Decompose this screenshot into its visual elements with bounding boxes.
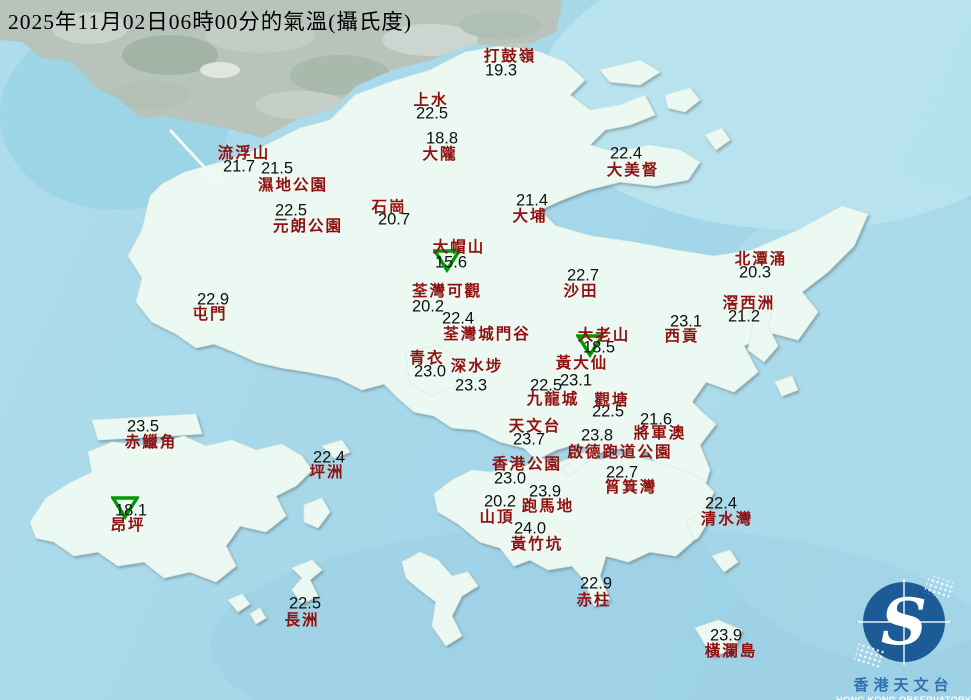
map-terrain — [0, 0, 971, 700]
station-name: 打鼓嶺 — [484, 44, 537, 66]
land-hei-ling-chau — [304, 498, 330, 528]
station-name: 荃灣城門谷 — [443, 322, 531, 344]
station-name: 啟德跑道公園 — [567, 440, 672, 462]
station-name: 大美督 — [607, 158, 660, 180]
station-name: 上水 — [413, 88, 448, 110]
map-title: 2025年11月02日06時00分的氣溫(攝氏度) — [8, 5, 412, 36]
hko-name-en: HONG KONG OBSERVATORY — [836, 695, 971, 700]
station-name: 沙田 — [563, 279, 598, 301]
station-name: 大隴 — [422, 142, 457, 164]
station-name: 滘西洲 — [723, 291, 776, 313]
hko-logo: S 香港天文台 HONG KONG OBSERVATORY — [836, 576, 971, 700]
station-name: 橫瀾島 — [705, 639, 758, 661]
station-name: 大帽山 — [433, 235, 486, 257]
station-name: 長洲 — [284, 608, 319, 630]
hk-temperature-map: 2025年11月02日06時00分的氣溫(攝氏度) 19.3打鼓嶺22.5上水1… — [0, 0, 971, 700]
station-name: 香港公園 — [492, 452, 562, 474]
station-name: 黃大仙 — [556, 351, 609, 373]
station-name: 元朗公園 — [273, 214, 343, 236]
station-name: 山頂 — [479, 505, 514, 527]
hko-emblem: S — [844, 576, 964, 668]
station-name: 大老山 — [578, 323, 631, 345]
station-name: 屯門 — [192, 302, 227, 324]
station-name: 石崗 — [371, 195, 406, 217]
station-name: 濕地公園 — [258, 173, 328, 195]
station-name: 黃竹坑 — [511, 532, 564, 554]
hko-s-glyph: S — [880, 585, 926, 660]
station-name: 清水灣 — [701, 507, 754, 529]
station-name: 筲箕灣 — [605, 475, 658, 497]
station-name: 北潭涌 — [735, 247, 788, 269]
station-name: 赤柱 — [576, 588, 611, 610]
station-name: 九龍城 — [527, 387, 580, 409]
station-name: 觀塘 — [594, 388, 629, 410]
station-temp: 23.3 — [455, 377, 487, 396]
station-name: 天文台 — [509, 414, 562, 436]
station-name: 坪洲 — [309, 460, 344, 482]
land-lantau — [30, 436, 312, 582]
hko-name-zh: 香港天文台 — [836, 674, 971, 695]
station-name: 西貢 — [664, 324, 699, 346]
station-name: 赤鱲角 — [125, 430, 178, 452]
station-name: 昂坪 — [110, 513, 145, 535]
station-name: 跑馬地 — [522, 494, 575, 516]
station-name: 荃灣可觀 — [412, 279, 482, 301]
station-name: 深水埗 — [451, 354, 504, 376]
station-name: 青衣 — [409, 346, 444, 368]
station-name: 大埔 — [512, 204, 547, 226]
